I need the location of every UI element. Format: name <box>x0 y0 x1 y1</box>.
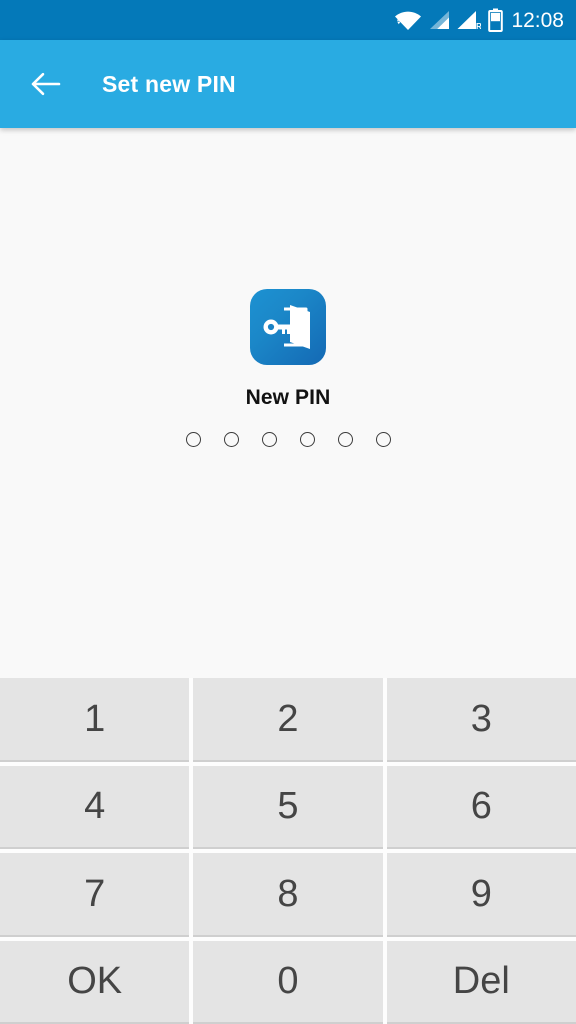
status-bar-icons: R <box>395 8 504 32</box>
page-title: Set new PIN <box>102 70 236 97</box>
key-8[interactable]: 8 <box>193 853 383 937</box>
pin-dot <box>299 432 315 447</box>
key-ok[interactable]: OK <box>0 940 190 1024</box>
pin-entry-content: New PIN <box>0 128 576 678</box>
key-4[interactable]: 4 <box>0 765 190 849</box>
key-1[interactable]: 1 <box>0 678 190 762</box>
numeric-keypad: 1 2 3 4 5 6 7 8 9 OK 0 Del <box>0 678 576 1024</box>
pin-dot <box>261 432 277 447</box>
status-bar-clock: 12:08 <box>511 8 564 32</box>
back-arrow-icon <box>31 72 61 96</box>
pin-dot <box>223 432 239 447</box>
pin-label: New PIN <box>245 386 331 409</box>
key-3[interactable]: 3 <box>386 678 576 762</box>
phone-screen: R 12:08 Set new PIN New PIN 1 2 3 4 5 6 … <box>0 0 576 1024</box>
key-del[interactable]: Del <box>386 940 576 1024</box>
pin-dot <box>375 432 391 447</box>
wifi-icon <box>395 11 422 30</box>
key-2[interactable]: 2 <box>193 678 383 762</box>
key-0[interactable]: 0 <box>193 940 383 1024</box>
pin-dot <box>337 432 353 447</box>
battery-icon <box>488 8 504 32</box>
key-door-icon <box>250 289 326 365</box>
status-bar: R 12:08 <box>0 0 576 40</box>
app-toolbar: Set new PIN <box>0 40 576 128</box>
key-7[interactable]: 7 <box>0 853 190 937</box>
key-door-glyph <box>263 305 310 349</box>
key-6[interactable]: 6 <box>386 765 576 849</box>
key-9[interactable]: 9 <box>386 853 576 937</box>
key-5[interactable]: 5 <box>193 765 383 849</box>
roaming-badge-label: R <box>476 22 481 31</box>
pin-dot <box>185 432 201 447</box>
signal-roaming-icon: R <box>457 11 481 31</box>
signal-icon <box>430 11 450 29</box>
pin-dots <box>185 432 391 447</box>
back-button[interactable] <box>18 56 74 112</box>
